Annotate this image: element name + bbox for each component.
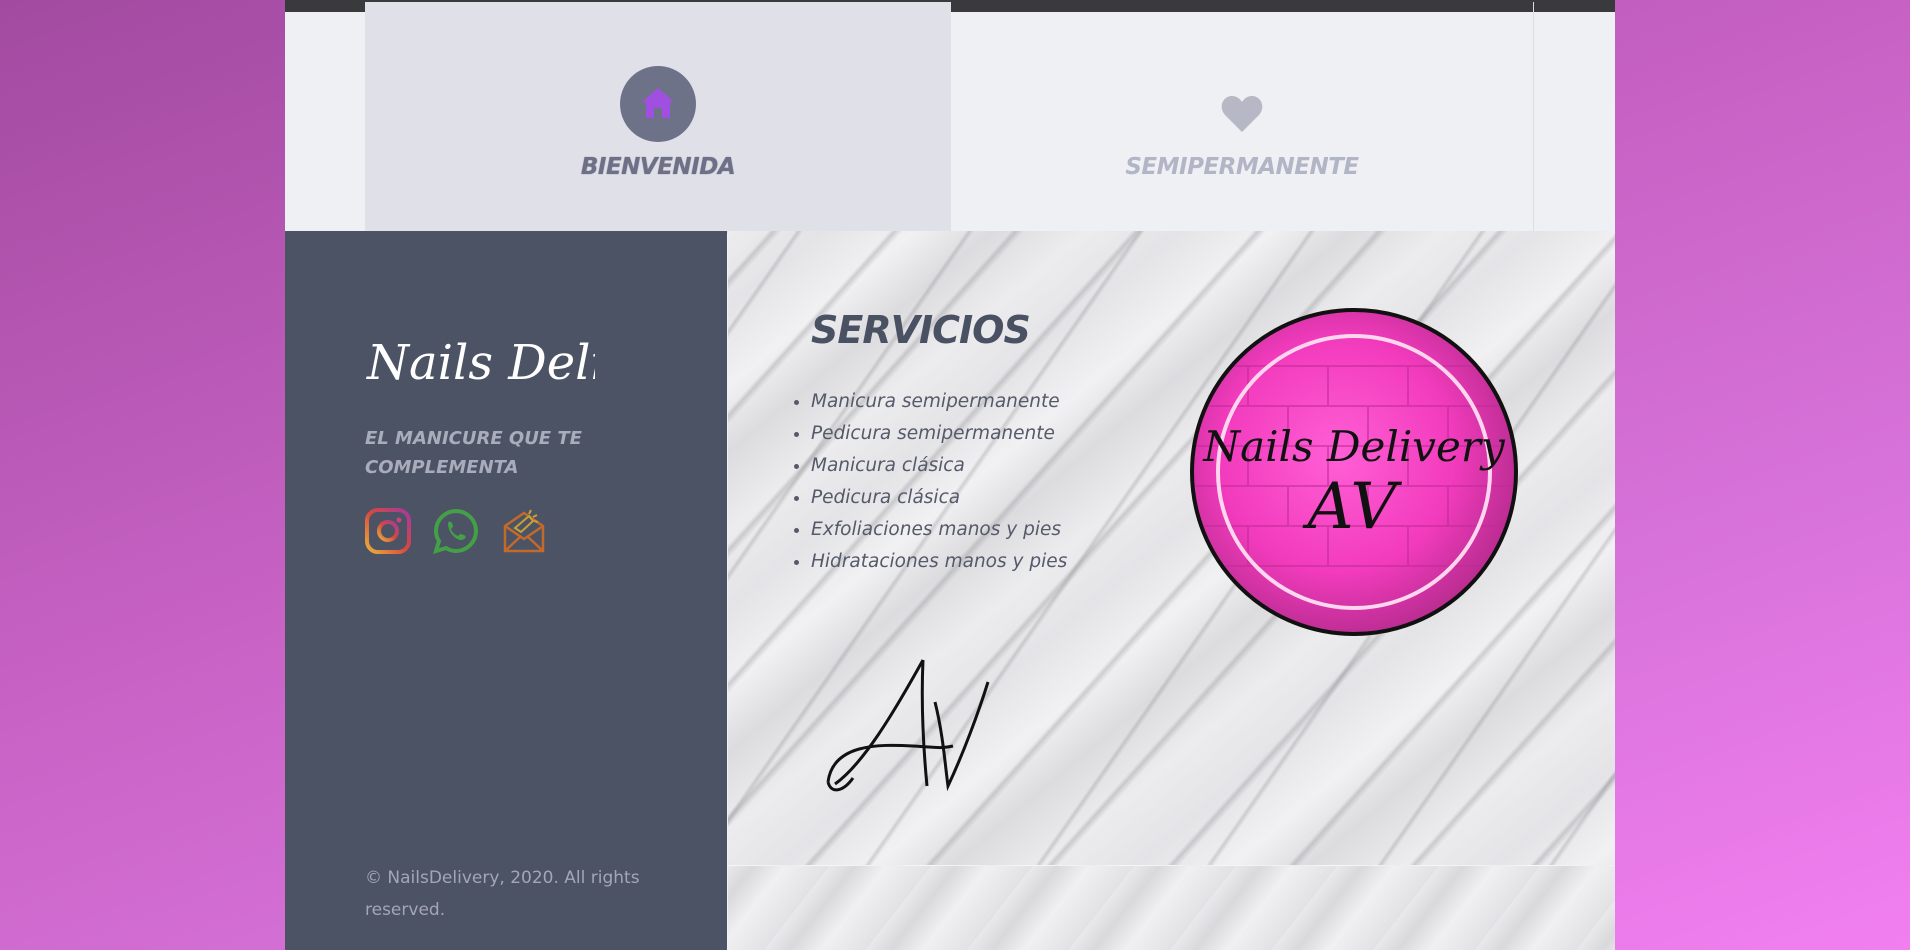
tab-semipermanente[interactable]: SEMIPERMANENTE — [951, 2, 1534, 233]
svg-text:Nails Delivery: Nails Delivery — [366, 335, 595, 391]
nav-tabs: BIENVENIDA SEMIPERMANENTE — [285, 2, 1615, 233]
list-item: Manicura clásica — [811, 450, 1067, 482]
whatsapp-icon — [433, 508, 479, 554]
services-list: Manicura semipermanente Pedicura semiper… — [783, 386, 1067, 578]
mail-icon — [503, 509, 545, 553]
list-item: Hidrataciones manos y pies — [811, 546, 1067, 578]
whatsapp-link[interactable] — [433, 508, 479, 554]
home-icon — [642, 88, 674, 118]
tab-bienvenida-label: BIENVENIDA — [580, 154, 736, 180]
list-item: Pedicura clásica — [811, 482, 1067, 514]
instagram-icon — [365, 508, 411, 554]
sidebar: Nails Delivery EL MANICURE QUE TE COMPLE… — [285, 231, 727, 950]
heart-icon — [1221, 96, 1263, 132]
list-item: Exfoliaciones manos y pies — [811, 514, 1067, 546]
mail-link[interactable] — [501, 508, 547, 554]
logo-text-line1: Nails Delivery — [1202, 422, 1506, 471]
instagram-link[interactable] — [365, 508, 411, 554]
marble-lower-strip — [728, 865, 1615, 950]
page-frame: BIENVENIDA SEMIPERMANENTE Nails Delivery… — [285, 0, 1615, 950]
main-content: SERVICIOS Manicura semipermanente Pedicu… — [728, 231, 1615, 950]
signature-av — [823, 654, 1003, 808]
tab-bienvenida[interactable]: BIENVENIDA — [365, 2, 951, 233]
home-icon-badge — [620, 66, 696, 142]
brand-logo: Nails Delivery — [365, 324, 712, 418]
page-title: SERVICIOS — [811, 308, 1031, 352]
tab-semipermanente-label: SEMIPERMANENTE — [1125, 154, 1359, 180]
tagline: EL MANICURE QUE TE COMPLEMENTA — [365, 428, 582, 478]
brand-logo-image: Nails Delivery AV — [1188, 306, 1520, 642]
list-item: Pedicura semipermanente — [811, 418, 1067, 450]
copyright-text: © NailsDelivery, 2020. All rights reserv… — [365, 868, 640, 920]
list-item: Manicura semipermanente — [811, 386, 1067, 418]
logo-text-line2: AV — [1302, 470, 1402, 544]
